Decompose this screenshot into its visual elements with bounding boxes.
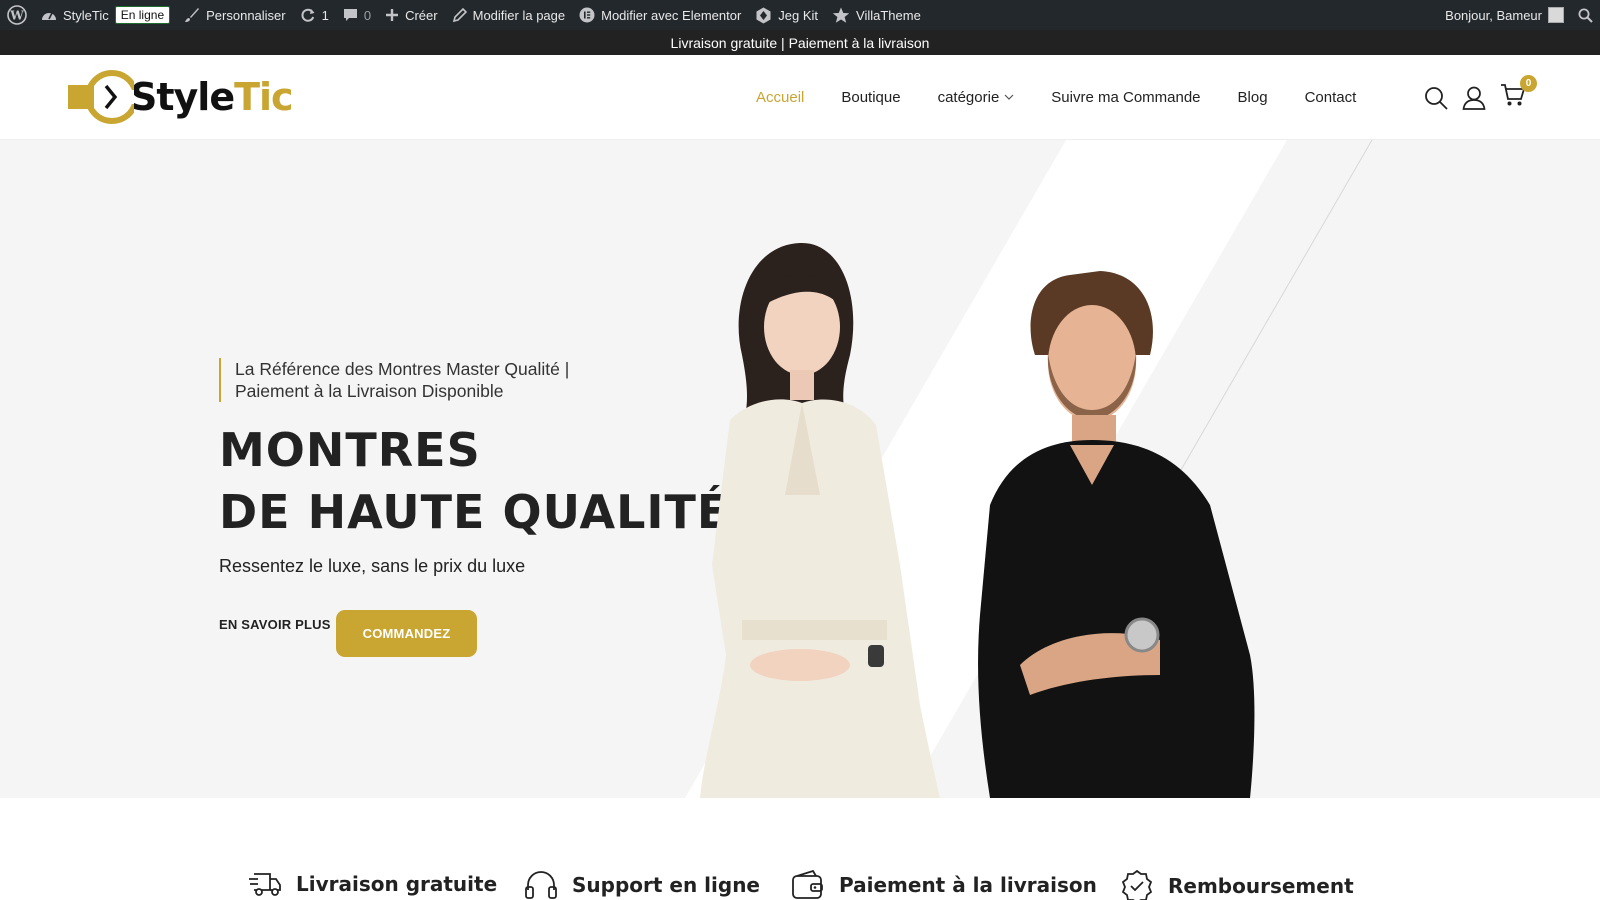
man-figure <box>978 271 1255 798</box>
feature-support: Support en ligne <box>524 870 760 900</box>
create-label: Créer <box>405 7 438 23</box>
logo-text-tic: Tic <box>234 75 293 119</box>
refresh-icon <box>300 7 316 23</box>
elementor-icon <box>579 7 595 23</box>
hero-tagline: La Référence des Montres Master Qualité … <box>219 358 619 402</box>
account-menu[interactable]: Bonjour, Bameur <box>1438 0 1571 30</box>
nav-item-suivre-commande[interactable]: Suivre ma Commande <box>1051 89 1200 106</box>
edit-page-label: Modifier la page <box>472 7 566 23</box>
site-logo[interactable]: StyleTic <box>68 67 308 127</box>
brush-icon <box>184 7 200 23</box>
hero-models-image <box>700 242 1255 798</box>
comments-count: 0 <box>363 7 372 23</box>
hero-subtitle: Ressentez le luxe, sans le prix du luxe <box>219 556 526 576</box>
order-button[interactable]: COMMANDEZ <box>336 610 477 657</box>
feature-paiement: Paiement à la livraison <box>791 870 1097 900</box>
features-bar: Livraison gratuite Support en ligne Paie… <box>0 798 1600 900</box>
wp-admin-bar: W StyleTic En ligne Personnaliser 1 0 Cr… <box>0 0 1600 30</box>
comments-link[interactable]: 0 <box>336 0 378 30</box>
customize-label: Personnaliser <box>206 7 286 23</box>
updates-count: 1 <box>321 7 329 23</box>
edit-elementor-link[interactable]: Modifier avec Elementor <box>572 0 748 30</box>
admin-bar-right: Bonjour, Bameur <box>1438 0 1600 30</box>
hero-section: La Référence des Montres Master Qualité … <box>0 140 1600 798</box>
nav-item-categorie-label: catégorie <box>937 89 1000 106</box>
plus-icon <box>385 8 399 22</box>
site-header: StyleTic Accueil Boutique catégorie Suiv… <box>0 55 1600 140</box>
user-icon[interactable] <box>1462 86 1486 110</box>
villatheme-label: VillaTheme <box>856 7 921 23</box>
nav-item-accueil[interactable]: Accueil <box>756 89 804 106</box>
search-icon[interactable] <box>1424 86 1448 110</box>
chevron-down-icon <box>1004 94 1014 101</box>
pencil-icon <box>452 7 467 23</box>
jeg-kit-link[interactable]: Jeg Kit <box>748 0 825 30</box>
wordpress-icon[interactable]: W <box>0 0 34 30</box>
nav-item-blog[interactable]: Blog <box>1238 89 1268 106</box>
jeg-kit-icon <box>755 7 772 24</box>
villatheme-link[interactable]: VillaTheme <box>825 0 928 30</box>
svg-text:W: W <box>9 9 24 23</box>
feature-support-label: Support en ligne <box>572 873 760 897</box>
header-icons: 0 <box>1424 55 1540 140</box>
dashboard-icon <box>41 8 57 22</box>
edit-elementor-label: Modifier avec Elementor <box>601 7 742 23</box>
nav-item-contact[interactable]: Contact <box>1305 89 1357 106</box>
customize-link[interactable]: Personnaliser <box>177 0 293 30</box>
main-nav: Accueil Boutique catégorie Suivre ma Com… <box>756 55 1393 140</box>
hero-title-line1: MONTRES <box>219 423 481 477</box>
cart-count-badge: 0 <box>1520 75 1537 92</box>
cart-button[interactable]: 0 <box>1500 75 1537 112</box>
comment-icon <box>343 8 358 23</box>
logo-text: StyleTic <box>130 75 294 119</box>
truck-icon <box>248 870 282 898</box>
create-link[interactable]: Créer <box>378 0 445 30</box>
hero-title-line2: DE HAUTE QUALITÉ <box>219 485 730 539</box>
site-status-badge: En ligne <box>114 6 171 24</box>
star-icon <box>832 7 850 24</box>
feature-remboursement-label: Remboursement <box>1168 874 1354 898</box>
greeting-label: Bonjour, Bameur <box>1445 7 1542 23</box>
search-icon <box>1578 8 1593 23</box>
promo-text: Livraison gratuite | Paiement à la livra… <box>670 34 930 51</box>
admin-search-button[interactable] <box>1571 0 1600 30</box>
badge-check-icon <box>1120 870 1154 900</box>
wallet-icon <box>791 870 825 900</box>
edit-page-link[interactable]: Modifier la page <box>445 0 573 30</box>
feature-livraison-label: Livraison gratuite <box>296 872 498 896</box>
jeg-kit-label: Jeg Kit <box>778 7 819 23</box>
nav-item-categorie[interactable]: catégorie <box>938 89 1015 106</box>
promo-strip: Livraison gratuite | Paiement à la livra… <box>0 30 1600 55</box>
headset-icon <box>524 870 558 900</box>
nav-item-boutique[interactable]: Boutique <box>841 89 900 106</box>
feature-paiement-label: Paiement à la livraison <box>839 873 1097 897</box>
logo-text-style: Style <box>130 75 235 119</box>
feature-livraison: Livraison gratuite <box>248 870 497 898</box>
learn-more-button[interactable]: EN SAVOIR PLUS <box>219 612 331 636</box>
admin-site-link[interactable]: StyleTic En ligne <box>34 0 177 30</box>
avatar <box>1548 7 1564 23</box>
feature-remboursement: Remboursement <box>1120 870 1354 900</box>
updates-link[interactable]: 1 <box>293 0 336 30</box>
logo-mark-icon <box>68 68 139 126</box>
admin-site-name: StyleTic <box>63 7 109 23</box>
woman-figure <box>700 242 940 798</box>
